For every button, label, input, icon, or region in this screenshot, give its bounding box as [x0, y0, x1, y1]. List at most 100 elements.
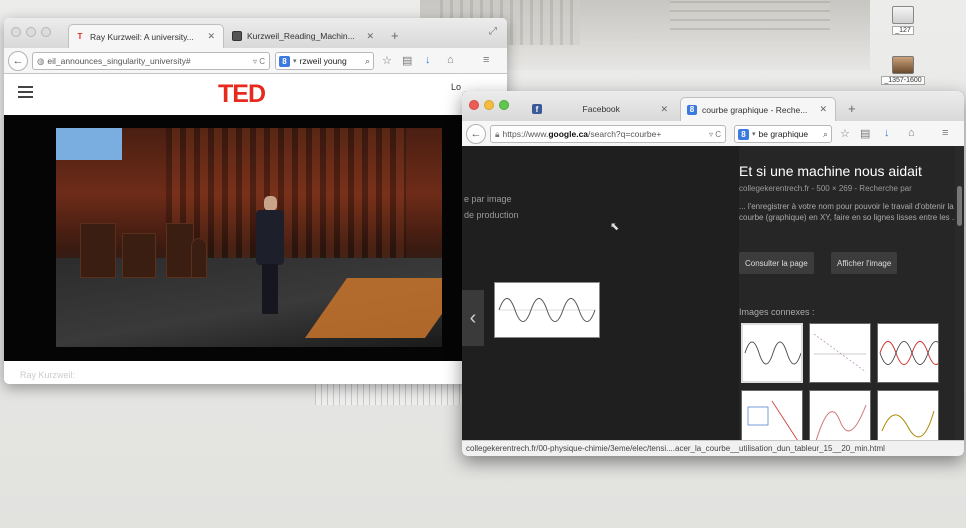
- back-arrow-icon: ←: [12, 55, 24, 67]
- google-search-engine-icon: 8: [279, 55, 290, 67]
- related-image-thumbnail[interactable]: [741, 323, 803, 383]
- stage-table: [122, 233, 156, 278]
- menu-icon[interactable]: ≡: [483, 54, 489, 66]
- close-tab-icon[interactable]: ✕: [660, 104, 668, 115]
- bookmark-star-icon[interactable]: ☆: [382, 54, 392, 67]
- back-button[interactable]: ←: [466, 124, 486, 144]
- navigation-toolbar: ← ◍ eil_announces_singularity_university…: [4, 48, 507, 74]
- related-image-thumbnail[interactable]: [809, 323, 871, 383]
- ted-header: TED Lo: [4, 74, 507, 112]
- tab-strip: T Ray Kurzweil: A university... ✕ Kurzwe…: [4, 18, 507, 48]
- zoom-window-button[interactable]: [41, 27, 51, 37]
- new-tab-button[interactable]: +: [848, 101, 856, 116]
- previous-image-button[interactable]: ‹: [462, 290, 484, 346]
- back-arrow-icon: ←: [470, 128, 482, 140]
- reload-icon[interactable]: ▿ C: [253, 57, 269, 66]
- bookmark-star-icon[interactable]: ☆: [840, 127, 850, 140]
- tab-google-search[interactable]: 8 courbe graphique - Reche... ✕: [680, 97, 836, 121]
- browser-window-google: f Facebook ✕ 8 courbe graphique - Reche.…: [462, 91, 964, 456]
- google-images-results: e par image de production ‹ ⬉ Et si une …: [462, 146, 964, 450]
- close-tab-icon[interactable]: ✕: [207, 31, 215, 42]
- minimize-window-button[interactable]: [26, 27, 36, 37]
- stage-chair: [80, 223, 116, 278]
- ted-logo[interactable]: TED: [218, 80, 266, 109]
- related-image-thumbnail[interactable]: [877, 323, 945, 383]
- image-file-icon: [892, 56, 914, 74]
- address-bar[interactable]: 🔒︎ https://www.google.ca/search?q=courbe…: [490, 125, 726, 143]
- projection-screen: [56, 128, 122, 160]
- search-by-image-link[interactable]: e par image: [464, 194, 512, 204]
- reading-list-icon[interactable]: ▤: [402, 54, 412, 67]
- stage-chair: [166, 223, 194, 278]
- desktop-file-icon-1[interactable]: _127: [873, 6, 933, 35]
- desktop-file-label: _127: [892, 26, 914, 35]
- image-preview-panel: Et si une machine nous aidait collegeker…: [739, 146, 964, 450]
- visit-page-button[interactable]: Consulter la page: [739, 252, 814, 274]
- url-prefix: https://www.: [502, 129, 549, 139]
- desktop-wallpaper-ruler: [315, 383, 465, 405]
- video-frame: [56, 128, 442, 347]
- mouse-cursor-icon: ⬉: [610, 221, 620, 233]
- minimize-window-button[interactable]: [484, 100, 494, 110]
- dropdown-icon[interactable]: ▾: [293, 57, 297, 65]
- tab-ted-talk[interactable]: T Ray Kurzweil: A university... ✕: [68, 24, 224, 48]
- tab-facebook[interactable]: f Facebook ✕: [526, 97, 676, 121]
- tab-kurzweil-reading-machine[interactable]: Kurzweil_Reading_Machin... ✕: [226, 24, 382, 48]
- ted-favicon-icon: T: [77, 32, 83, 41]
- file-icon: [892, 6, 914, 24]
- video-player[interactable]: [4, 115, 507, 361]
- vertical-scrollbar[interactable]: [955, 146, 964, 440]
- downloads-icon[interactable]: ↓: [425, 54, 431, 66]
- browser-window-ted: T Ray Kurzweil: A university... ✕ Kurzwe…: [4, 18, 507, 384]
- dropdown-icon[interactable]: ▾: [752, 130, 756, 138]
- scrollbar-thumb[interactable]: [957, 186, 962, 226]
- selected-result-thumbnail[interactable]: [494, 282, 600, 338]
- reading-list-icon[interactable]: ▤: [860, 127, 870, 140]
- navigation-toolbar: ← 🔒︎ https://www.google.ca/search?q=cour…: [462, 121, 964, 147]
- window-controls: [11, 27, 51, 37]
- tab-title: Facebook: [582, 104, 620, 114]
- search-bar[interactable]: 8 ▾ rzweil young ⌕: [275, 52, 374, 70]
- close-window-button[interactable]: [469, 100, 479, 110]
- tab-title: Kurzweil_Reading_Machin...: [247, 31, 355, 41]
- window-controls: [469, 100, 509, 110]
- sine-graph-thumbnail: [498, 298, 596, 322]
- menu-icon[interactable]: ≡: [942, 127, 948, 139]
- sine-graph-thumbnail: [744, 341, 802, 365]
- home-icon[interactable]: ⌂: [447, 54, 454, 66]
- back-button[interactable]: ←: [8, 51, 28, 71]
- desktop-file-icon-2[interactable]: _1357-1600: [873, 56, 933, 85]
- lock-icon: 🔒︎: [495, 128, 500, 139]
- reload-icon[interactable]: ▿ C: [709, 130, 725, 139]
- url-path: /search?q=courbe+: [588, 129, 662, 139]
- login-link[interactable]: Lo: [451, 82, 461, 92]
- desktop-file-label: _1357-1600: [881, 76, 925, 85]
- home-icon[interactable]: ⌂: [908, 127, 915, 139]
- fullscreen-icon[interactable]: ⤢: [489, 26, 497, 37]
- preview-title[interactable]: Et si une machine nous aidait: [739, 163, 922, 179]
- speaker-name-text: Ray Kurzweil:: [20, 370, 76, 380]
- speaker-figure: [256, 196, 284, 316]
- search-bar[interactable]: 8 ▾ be graphique ⌕: [734, 125, 832, 143]
- results-grid: e par image de production ‹ ⬉: [462, 146, 739, 440]
- close-tab-icon[interactable]: ✕: [819, 104, 827, 115]
- google-favicon-icon: 8: [687, 104, 697, 115]
- search-icon[interactable]: ⌕: [365, 56, 370, 67]
- view-image-button[interactable]: Afficher l'image: [831, 252, 898, 274]
- close-tab-icon[interactable]: ✕: [366, 31, 374, 42]
- chevron-left-icon: ‹: [469, 306, 477, 329]
- new-tab-button[interactable]: +: [391, 28, 399, 43]
- search-icon[interactable]: ⌕: [823, 129, 828, 140]
- url-text: eil_announces_singularity_university#: [47, 56, 191, 66]
- address-bar[interactable]: ◍ eil_announces_singularity_university# …: [32, 52, 270, 70]
- production-link[interactable]: de production: [464, 210, 519, 220]
- search-text: be graphique: [758, 129, 809, 139]
- url-domain: google.ca: [548, 129, 589, 139]
- downloads-icon[interactable]: ↓: [884, 127, 890, 139]
- close-window-button[interactable]: [11, 27, 21, 37]
- stage-globe: [191, 238, 207, 278]
- image-favicon-icon: [232, 31, 242, 41]
- zoom-window-button[interactable]: [499, 100, 509, 110]
- hamburger-menu-icon[interactable]: [18, 86, 33, 98]
- status-bar-link-preview: collegekerentrech.fr/00-physique-chimie/…: [462, 440, 964, 456]
